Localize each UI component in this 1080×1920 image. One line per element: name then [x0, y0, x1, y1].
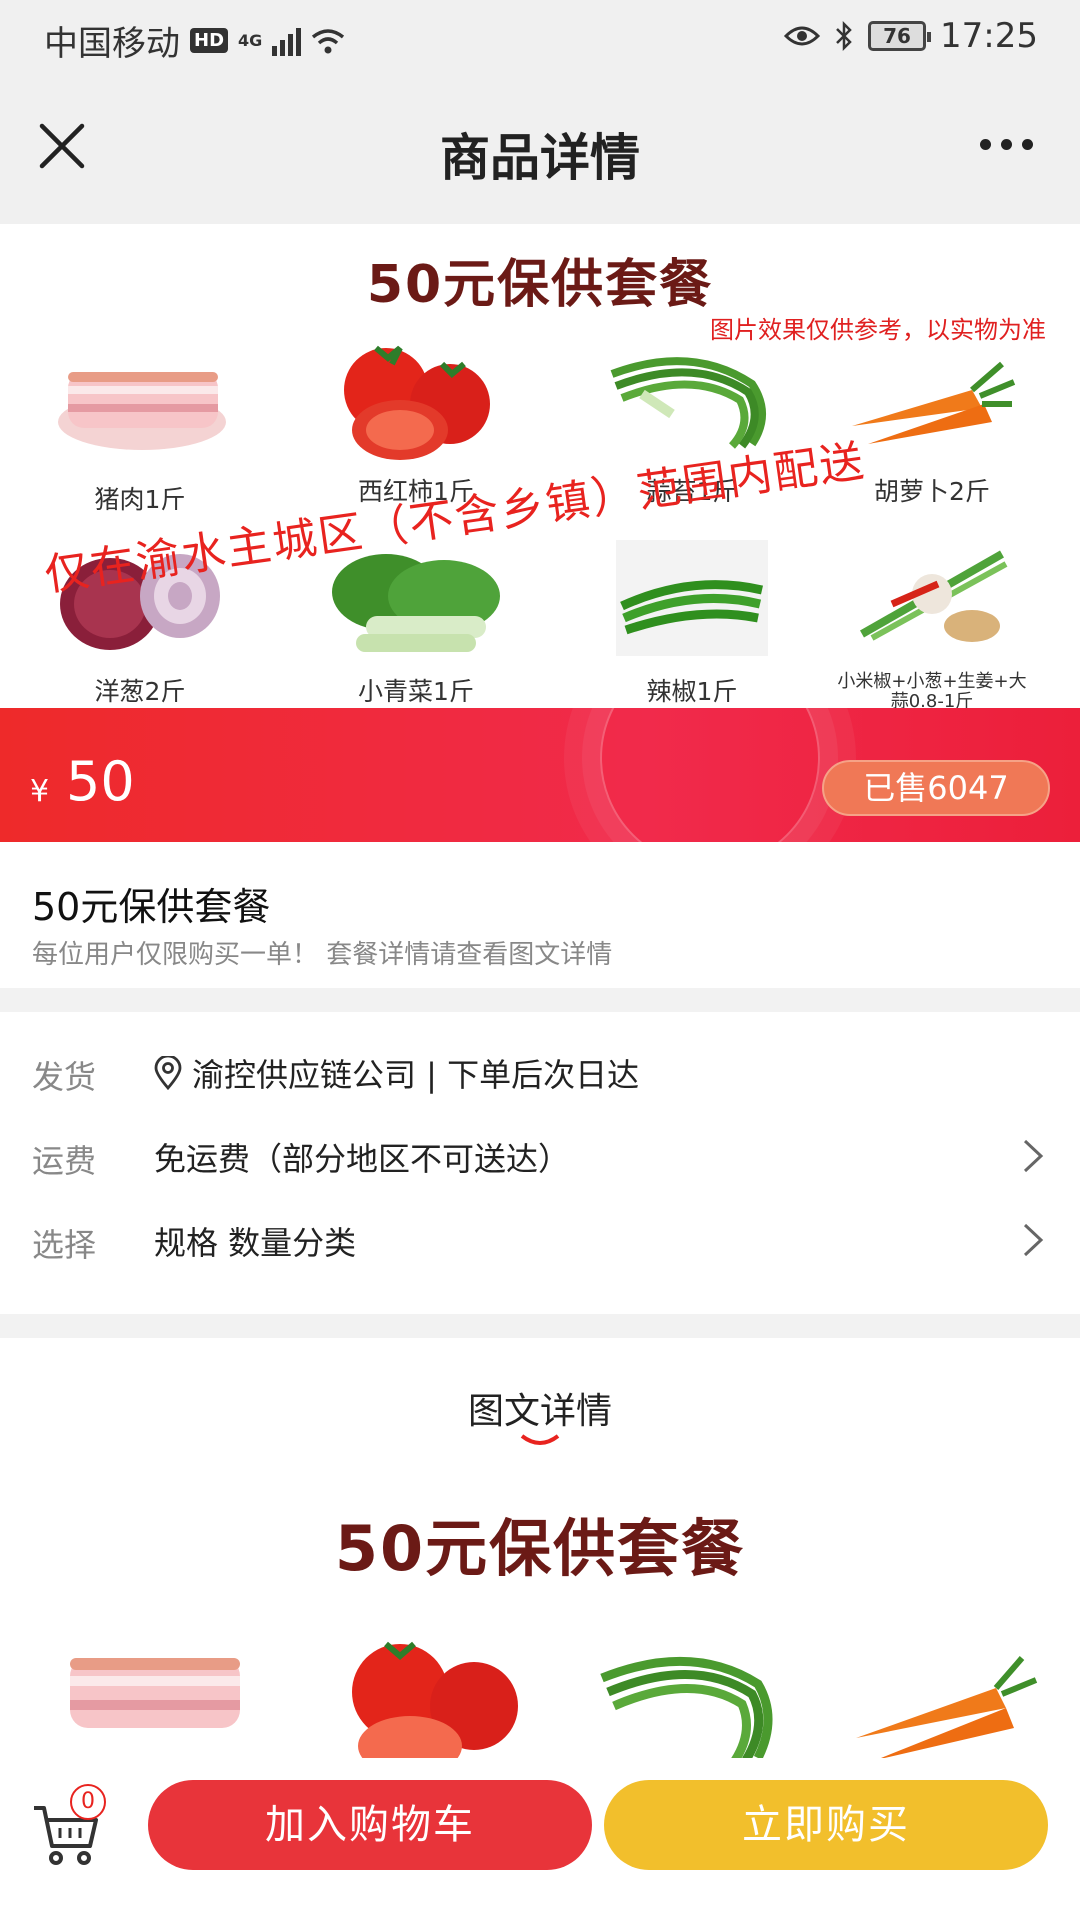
- carrier-label: 中国移动: [44, 24, 180, 64]
- status-bar: 中国移动 HD 4G 76 17:25: [0, 0, 1080, 76]
- banner-item-label: 小米椒+小葱+生姜+大蒜0.8-1斤: [837, 671, 1027, 709]
- bottom-action-bar: 0 加入购物车 立即购买: [0, 1758, 1080, 1920]
- decorative-rings: [600, 708, 820, 842]
- section-title: 图文详情: [467, 1391, 612, 1432]
- pork-icon: [70, 1658, 240, 1728]
- detail-banner-title: 50元保供套餐: [334, 1512, 746, 1585]
- carrot-icon: [856, 1656, 1038, 1758]
- banner-item-label: 辣椒1斤: [646, 677, 738, 706]
- title-underline: [520, 1434, 560, 1445]
- cart-count-badge: 0: [70, 1784, 106, 1820]
- fee-value: 免运费（部分地区不可送达）: [154, 1140, 571, 1178]
- fee-key: 运费: [32, 1142, 97, 1180]
- pork-icon: [58, 372, 226, 450]
- shipping-key: 发货: [32, 1058, 97, 1096]
- banner-item-pepper: 辣椒1斤: [592, 534, 792, 708]
- shipping-row: 发货 渝控供应链公司 | 下单后次日达: [0, 1032, 1080, 1112]
- network-type: 4G: [238, 31, 263, 50]
- carrot-icon: [852, 361, 1016, 444]
- chevron-right-icon: [1023, 1223, 1044, 1257]
- signal-icon: [272, 26, 302, 56]
- chevron-right-icon: [1023, 1139, 1044, 1173]
- hd-badge: HD: [190, 28, 229, 53]
- bluetooth-icon: [836, 20, 852, 52]
- battery-icon: 76: [868, 21, 932, 51]
- clock: 17:25: [940, 16, 1038, 56]
- product-banner[interactable]: 50元保供套餐 图片效果仅供参考，以实物为准 猪肉1斤 西红柿1斤 蒜苔1斤 胡…: [0, 224, 1080, 708]
- add-to-cart-button[interactable]: 加入购物车: [148, 1780, 592, 1870]
- product-title: 50元保供套餐: [32, 885, 271, 929]
- pepper-icon: [616, 540, 768, 656]
- product-detail-screen: 中国移动 HD 4G 76 17:25 商品详情 50元保供套餐 图片效果仅供参…: [0, 0, 1080, 1920]
- buy-now-button[interactable]: 立即购买: [604, 1780, 1048, 1870]
- currency-symbol: ¥: [30, 774, 50, 809]
- tomato-icon: [344, 345, 490, 460]
- banner-item-label: 小青菜1斤: [358, 677, 474, 706]
- page-title: 商品详情: [440, 129, 640, 187]
- banner-item-label: 猪肉1斤: [94, 485, 186, 514]
- details-panel: 发货 渝控供应链公司 | 下单后次日达 运费 免运费（部分地区不可送达） 选择 …: [0, 1012, 1080, 1314]
- banner-item-seasoning: 小米椒+小葱+生姜+大蒜0.8-1斤: [832, 534, 1032, 708]
- product-info: 50元保供套餐 每位用户仅限购买一单！ 套餐详情请查看图文详情: [0, 842, 1080, 988]
- price-bar: ¥ 50 已售6047: [0, 708, 1080, 842]
- eye-icon: [784, 26, 821, 46]
- graphic-detail-section: 图文详情 50元保供套餐: [0, 1338, 1080, 1758]
- shipping-value: 渝控供应链公司 | 下单后次日达: [192, 1056, 640, 1094]
- banner-item-pork: 猪肉1斤: [40, 342, 240, 516]
- product-subtitle: 每位用户仅限购买一单！ 套餐详情请查看图文详情: [32, 940, 613, 970]
- banner-title: 50元保供套餐: [366, 255, 714, 315]
- price-value: 50: [66, 750, 135, 813]
- shipping-fee-row[interactable]: 运费 免运费（部分地区不可送达）: [0, 1116, 1080, 1196]
- wifi-icon: [312, 28, 345, 53]
- location-pin-icon: [154, 1056, 182, 1090]
- select-key: 选择: [32, 1226, 97, 1264]
- banner-item-label: 洋葱2斤: [94, 677, 186, 706]
- tomato-icon: [352, 1641, 518, 1758]
- select-value: 规格 数量分类: [154, 1224, 357, 1262]
- sold-count-badge: 已售6047: [822, 760, 1050, 816]
- seasoning-icon: [860, 550, 1008, 642]
- navigation-bar: 商品详情: [0, 76, 1080, 224]
- more-options-icon[interactable]: [980, 124, 1040, 164]
- garlic-shoot-icon: [600, 1656, 773, 1758]
- spec-select-row[interactable]: 选择 规格 数量分类: [0, 1200, 1080, 1280]
